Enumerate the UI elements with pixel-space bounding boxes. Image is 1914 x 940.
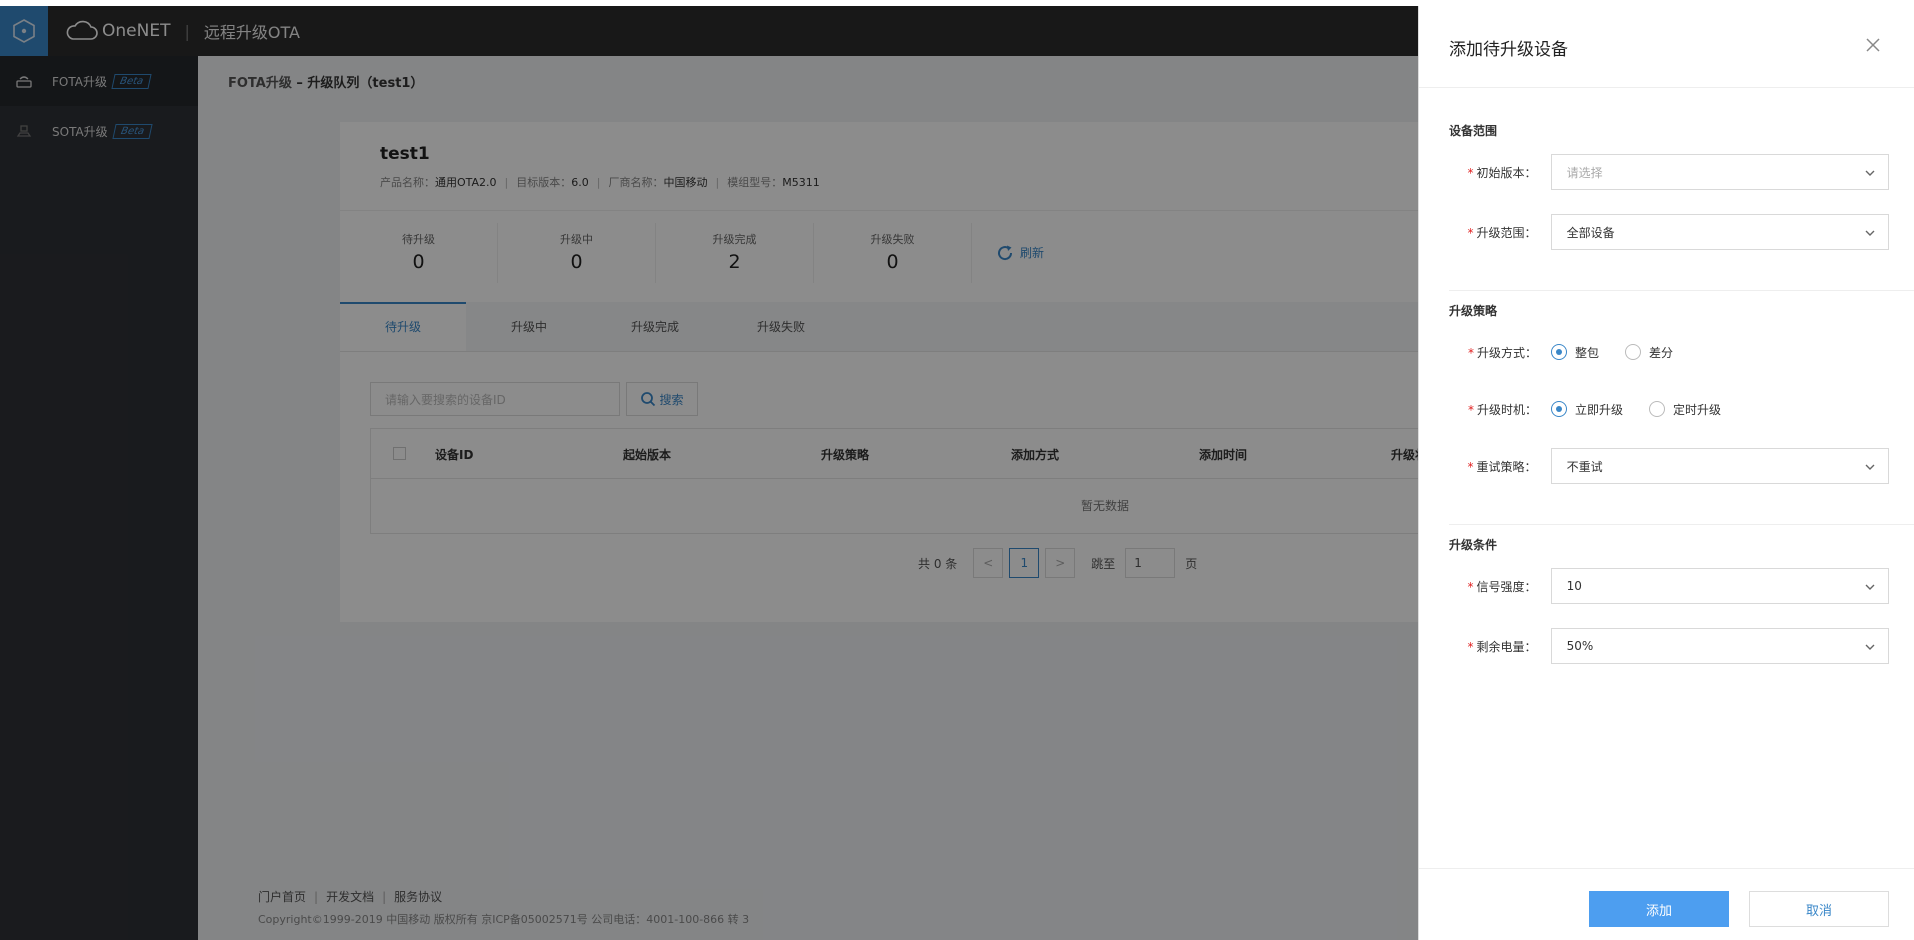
field-label: * 升级范围： <box>1449 224 1551 241</box>
initial-version-select[interactable]: 请选择 <box>1550 154 1889 190</box>
battery-level-select[interactable]: 50% <box>1550 628 1889 664</box>
chevron-down-icon <box>1865 644 1875 650</box>
field-label-text: 重试策略： <box>1476 459 1537 474</box>
radio-differential[interactable]: 差分 <box>1625 344 1673 361</box>
add-button[interactable]: 添加 <box>1589 891 1729 927</box>
field-label-text: 升级时机： <box>1476 402 1537 417</box>
modal-overlay[interactable] <box>0 6 1418 940</box>
radio-unchecked-icon <box>1625 344 1642 360</box>
add-device-drawer: 添加待升级设备 设备范围 * 初始版本： 请选择 * 升级范围： 全部设备 升级策略… <box>1418 6 1914 940</box>
field-label: * 初始版本： <box>1449 164 1551 181</box>
required-mark: * <box>1467 345 1474 360</box>
chevron-down-icon <box>1865 170 1875 176</box>
required-mark: * <box>1467 165 1474 180</box>
field-label: * 重试策略： <box>1449 458 1551 475</box>
section-upgrade-strategy: 升级策略 <box>1449 304 1498 318</box>
field-signal-strength: * 信号强度： 10 <box>1449 568 1889 604</box>
radio-full-package[interactable]: 整包 <box>1551 344 1599 361</box>
cancel-button[interactable]: 取消 <box>1749 891 1889 927</box>
field-upgrade-timing: * 升级时机： 立即升级 定时升级 <box>1449 391 1889 427</box>
required-mark: * <box>1467 402 1474 417</box>
field-label-text: 升级范围： <box>1476 225 1537 240</box>
drawer-title: 添加待升级设备 <box>1449 40 1568 60</box>
radio-label: 差分 <box>1649 345 1674 360</box>
required-mark: * <box>1467 225 1474 240</box>
select-value: 不重试 <box>1566 459 1603 474</box>
field-label: * 信号强度： <box>1449 578 1551 595</box>
field-upgrade-range: * 升级范围： 全部设备 <box>1449 214 1889 250</box>
required-mark: * <box>1467 639 1474 654</box>
radio-checked-icon <box>1551 344 1567 360</box>
field-label: * 升级时机： <box>1449 401 1551 418</box>
radio-label: 定时升级 <box>1673 402 1722 417</box>
field-battery-level: * 剩余电量： 50% <box>1449 628 1889 664</box>
field-label-text: 升级方式： <box>1476 345 1537 360</box>
close-icon[interactable] <box>1864 36 1882 54</box>
field-label-text: 剩余电量： <box>1476 639 1537 654</box>
field-initial-version: * 初始版本： 请选择 <box>1449 154 1889 190</box>
chevron-down-icon <box>1865 584 1875 590</box>
field-label: * 升级方式： <box>1449 344 1551 361</box>
drawer-footer: 添加 取消 <box>1419 868 1914 940</box>
chevron-down-icon <box>1865 230 1875 236</box>
required-mark: * <box>1467 579 1474 594</box>
select-placeholder: 请选择 <box>1566 165 1603 180</box>
section-divider <box>1449 524 1914 525</box>
radio-scheduled[interactable]: 定时升级 <box>1649 401 1721 418</box>
section-divider <box>1449 290 1914 291</box>
select-value: 50% <box>1566 639 1594 653</box>
drawer-header: 添加待升级设备 <box>1419 6 1914 88</box>
field-label-text: 初始版本： <box>1476 165 1537 180</box>
section-device-range: 设备范围 <box>1449 124 1498 138</box>
field-label-text: 信号强度： <box>1476 579 1537 594</box>
select-value: 10 <box>1566 579 1582 593</box>
field-retry-policy: * 重试策略： 不重试 <box>1449 448 1889 484</box>
field-upgrade-method: * 升级方式： 整包 差分 <box>1449 334 1889 370</box>
select-value: 全部设备 <box>1566 225 1615 240</box>
required-mark: * <box>1467 459 1474 474</box>
signal-strength-select[interactable]: 10 <box>1550 568 1889 604</box>
upgrade-range-select[interactable]: 全部设备 <box>1550 214 1889 250</box>
section-upgrade-conditions: 升级条件 <box>1449 538 1498 552</box>
radio-unchecked-icon <box>1649 401 1666 417</box>
radio-immediate[interactable]: 立即升级 <box>1551 401 1623 418</box>
radio-label: 立即升级 <box>1575 402 1624 417</box>
chevron-down-icon <box>1865 464 1875 470</box>
radio-checked-icon <box>1551 401 1567 417</box>
radio-label: 整包 <box>1575 345 1600 360</box>
field-label: * 剩余电量： <box>1449 638 1551 655</box>
retry-policy-select[interactable]: 不重试 <box>1550 448 1889 484</box>
